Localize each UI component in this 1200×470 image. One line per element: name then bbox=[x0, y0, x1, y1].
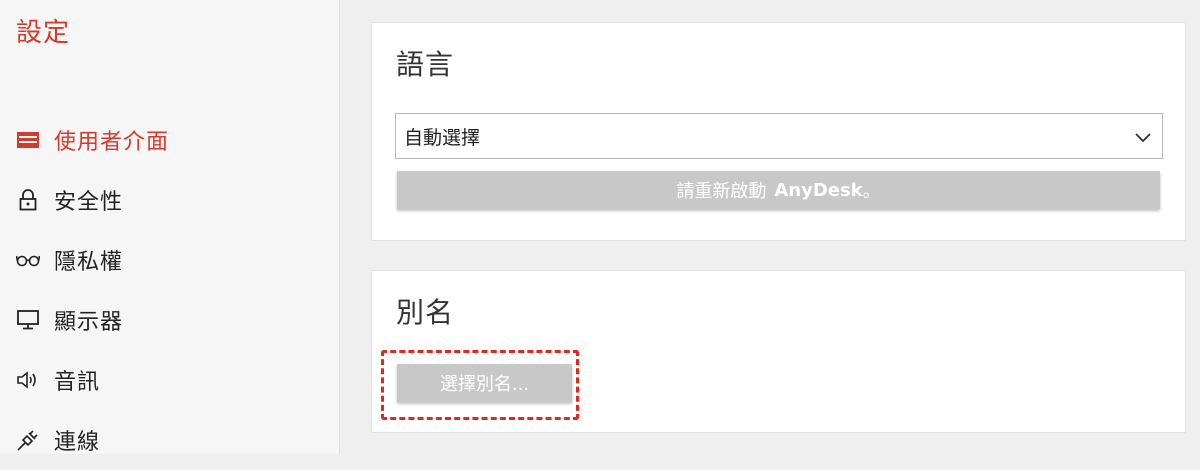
sidebar-item-label: 安全性 bbox=[54, 190, 124, 215]
restart-text: 請重新啟動 bbox=[676, 181, 767, 202]
sidebar-item-privacy[interactable]: 隱私權 bbox=[0, 230, 340, 290]
restart-suffix: 。 bbox=[862, 181, 881, 202]
glasses-icon bbox=[16, 248, 40, 272]
language-select-value: 自動選擇 bbox=[404, 126, 481, 149]
sidebar: 設定 使用者介面 安全性 隱私權 顯示器 音訊 連線 bbox=[0, 0, 340, 455]
user-interface-icon bbox=[16, 128, 40, 152]
language-panel: 語言 自動選擇 請重新啟動 AnyDesk 。 bbox=[371, 22, 1186, 241]
chevron-down-icon bbox=[1134, 128, 1152, 147]
speaker-icon bbox=[16, 368, 40, 392]
sidebar-item-label: 連線 bbox=[54, 430, 101, 455]
sidebar-item-display[interactable]: 顯示器 bbox=[0, 290, 340, 350]
app-title: 設定 bbox=[16, 18, 71, 48]
language-select[interactable]: 自動選擇 bbox=[395, 113, 1163, 159]
alias-panel: 別名 選擇別名... bbox=[371, 270, 1186, 433]
sidebar-item-user-interface[interactable]: 使用者介面 bbox=[0, 110, 340, 170]
choose-alias-button[interactable]: 選擇別名... bbox=[397, 364, 572, 402]
sidebar-item-security[interactable]: 安全性 bbox=[0, 170, 340, 230]
sidebar-item-label: 顯示器 bbox=[54, 310, 124, 335]
monitor-icon bbox=[16, 308, 40, 332]
lock-icon bbox=[16, 188, 40, 212]
sidebar-nav: 使用者介面 安全性 隱私權 顯示器 音訊 連線 bbox=[0, 110, 340, 470]
alias-title: 別名 bbox=[396, 296, 455, 329]
restart-anydesk-button: 請重新啟動 AnyDesk 。 bbox=[397, 171, 1160, 209]
plug-icon bbox=[16, 428, 40, 452]
sidebar-item-label: 使用者介面 bbox=[54, 130, 170, 155]
restart-brand: AnyDesk bbox=[774, 179, 863, 201]
sidebar-item-connection[interactable]: 連線 bbox=[0, 410, 340, 470]
sidebar-item-audio[interactable]: 音訊 bbox=[0, 350, 340, 410]
sidebar-item-label: 音訊 bbox=[54, 370, 101, 395]
sidebar-item-label: 隱私權 bbox=[54, 250, 124, 275]
language-title: 語言 bbox=[396, 48, 455, 81]
